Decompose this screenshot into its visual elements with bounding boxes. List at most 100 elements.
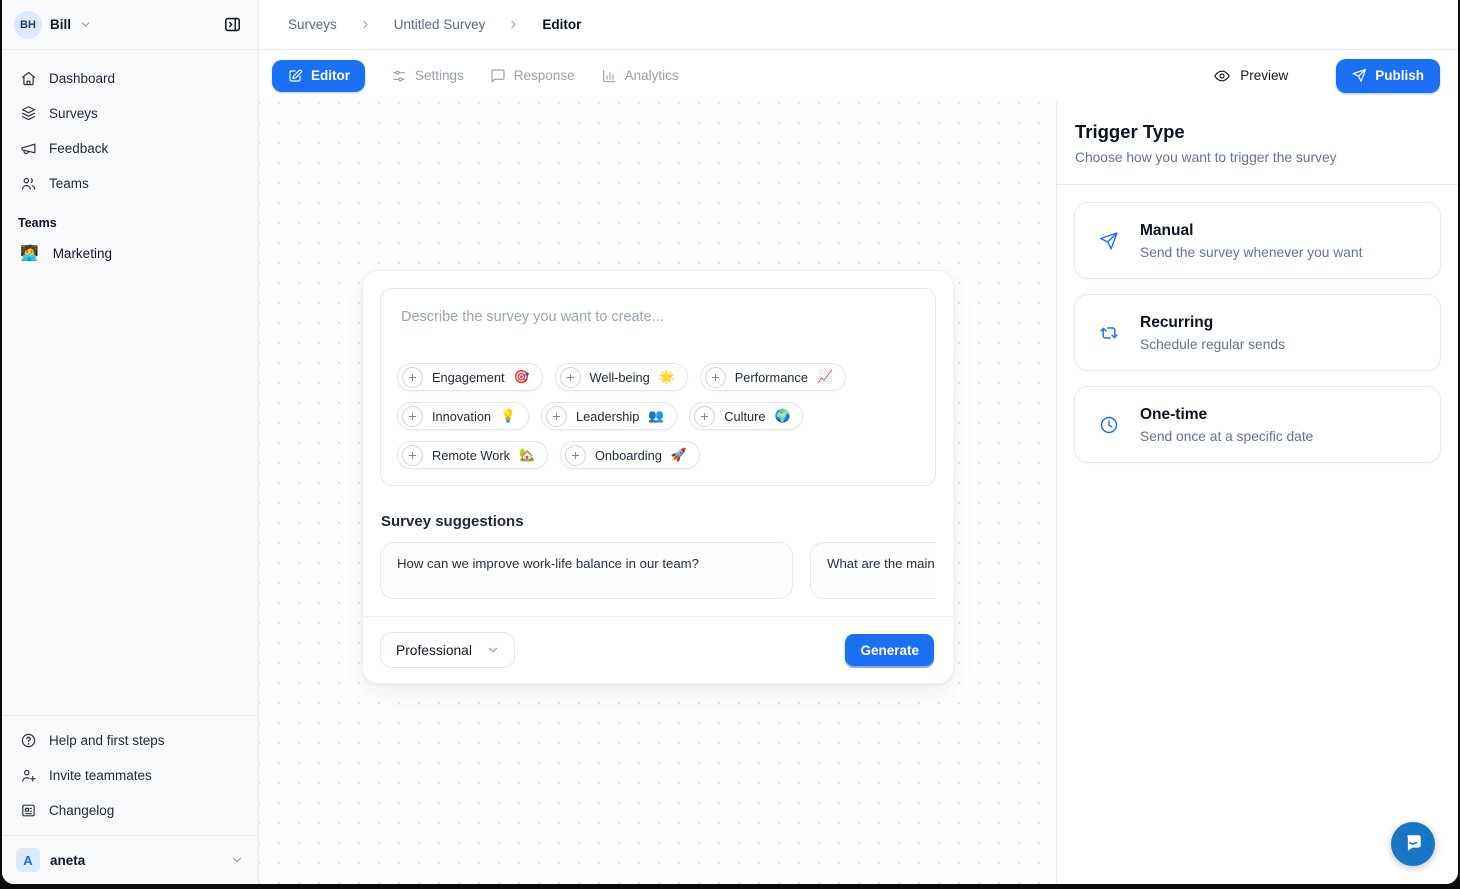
chip-label: Well-being <box>590 370 650 385</box>
generate-button[interactable]: Generate <box>845 634 934 666</box>
chip-emoji: 👥 <box>648 408 664 424</box>
chip-label: Culture <box>724 409 765 424</box>
tab-label: Settings <box>415 68 464 83</box>
workspace-name[interactable]: Bill <box>50 17 71 32</box>
chip-performance[interactable]: Performance 📈 <box>700 363 846 391</box>
send-icon <box>1352 68 1367 83</box>
message-square-icon <box>490 68 506 84</box>
suggestions-title: Survey suggestions <box>381 513 936 530</box>
sidebar-item-label: Surveys <box>49 106 98 121</box>
plus-icon <box>705 367 726 388</box>
sidebar-item-surveys[interactable]: Surveys <box>10 97 250 130</box>
tab-bar: Editor Settings Response Analytics Previ… <box>259 50 1458 101</box>
home-icon <box>20 70 37 87</box>
breadcrumb-untitled-survey[interactable]: Untitled Survey <box>394 17 486 32</box>
layers-icon <box>20 105 37 122</box>
plus-icon <box>546 406 567 427</box>
plus-icon <box>402 406 423 427</box>
chip-emoji: 🌍 <box>775 408 791 424</box>
team-emoji: 🧑‍💻 <box>20 244 39 262</box>
chip-remote-work[interactable]: Remote Work 🏡 <box>397 441 548 469</box>
trigger-option-recurring[interactable]: Recurring Schedule regular sends <box>1074 294 1441 371</box>
plus-icon <box>565 445 586 466</box>
user-name: aneta <box>50 853 85 868</box>
suggestions-row: How can we improve work-life balance in … <box>380 542 936 599</box>
sidebar-item-label: Feedback <box>49 141 108 156</box>
suggestion-card[interactable]: What are the main ob <box>810 542 936 599</box>
tone-select[interactable]: Professional <box>380 632 515 668</box>
eye-icon <box>1213 67 1231 85</box>
plus-icon <box>694 406 715 427</box>
chip-innovation[interactable]: Innovation 💡 <box>397 402 529 430</box>
chevron-down-icon <box>79 18 92 31</box>
clock-icon <box>1099 415 1119 435</box>
chevron-right-icon <box>507 18 520 31</box>
app-window: BH Bill Dashboard Surveys Feedback T <box>2 0 1458 884</box>
editor-canvas[interactable]: Engagement 🎯 Well-being 🌟 <box>259 101 1056 884</box>
publish-label: Publish <box>1375 68 1424 83</box>
sidebar-collapse-button[interactable] <box>218 11 246 39</box>
tab-response[interactable]: Response <box>490 68 575 84</box>
account-menu[interactable]: A aneta <box>2 835 258 884</box>
chip-well-being[interactable]: Well-being 🌟 <box>555 363 688 391</box>
trigger-option-one-time[interactable]: One-time Send once at a specific date <box>1074 386 1441 463</box>
sidebar-item-label: Changelog <box>49 803 114 818</box>
chip-label: Innovation <box>432 409 491 424</box>
repeat-icon <box>1099 323 1119 343</box>
panel-subtitle: Choose how you want to trigger the surve… <box>1075 150 1440 165</box>
survey-description-input[interactable] <box>397 303 919 363</box>
breadcrumb: Surveys Untitled Survey Editor <box>259 0 1458 50</box>
chip-label: Onboarding <box>595 448 662 463</box>
sidebar-item-label: Teams <box>49 176 89 191</box>
main-area: Surveys Untitled Survey Editor Editor Se… <box>259 0 1458 884</box>
tab-analytics[interactable]: Analytics <box>601 68 679 84</box>
tab-label: Response <box>514 68 575 83</box>
team-label: Marketing <box>53 246 112 261</box>
sidebar-item-help[interactable]: Help and first steps <box>10 724 250 757</box>
option-title: Recurring <box>1140 314 1285 332</box>
chip-culture[interactable]: Culture 🌍 <box>689 402 803 430</box>
chat-launcher-button[interactable] <box>1391 822 1435 866</box>
sidebar-nav: Dashboard Surveys Feedback Teams <box>2 50 258 200</box>
breadcrumb-editor: Editor <box>542 17 581 32</box>
tab-settings[interactable]: Settings <box>391 68 464 84</box>
chip-onboarding[interactable]: Onboarding 🚀 <box>560 441 700 469</box>
edit-pencil-icon <box>287 68 303 84</box>
send-icon <box>1099 231 1119 251</box>
option-description: Send once at a specific date <box>1140 429 1313 444</box>
user-plus-icon <box>20 767 37 784</box>
panel-collapse-icon <box>223 15 242 34</box>
breadcrumb-surveys[interactable]: Surveys <box>288 17 337 32</box>
chip-emoji: 🌟 <box>659 369 675 385</box>
trigger-options: Manual Send the survey whenever you want… <box>1057 185 1458 480</box>
workspace-avatar[interactable]: BH <box>14 11 42 39</box>
prompt-box: Engagement 🎯 Well-being 🌟 <box>380 288 936 486</box>
trigger-type-panel: Trigger Type Choose how you want to trig… <box>1056 101 1458 884</box>
plus-icon <box>560 367 581 388</box>
panel-title: Trigger Type <box>1075 121 1440 143</box>
chip-engagement[interactable]: Engagement 🎯 <box>397 363 543 391</box>
topic-chips: Engagement 🎯 Well-being 🌟 <box>397 363 919 471</box>
teams-section-header: Teams <box>2 200 258 236</box>
users-icon <box>20 175 37 192</box>
option-description: Schedule regular sends <box>1140 337 1285 352</box>
chevron-right-icon <box>359 18 372 31</box>
sidebar-item-teams[interactable]: Teams <box>10 167 250 200</box>
chip-leadership[interactable]: Leadership 👥 <box>541 402 677 430</box>
publish-button[interactable]: Publish <box>1336 59 1440 93</box>
sidebar-item-team-marketing[interactable]: 🧑‍💻 Marketing <box>2 236 258 270</box>
megaphone-icon <box>20 140 37 157</box>
sidebar-item-label: Dashboard <box>49 71 115 86</box>
sidebar-item-invite[interactable]: Invite teammates <box>10 759 250 792</box>
suggestion-card[interactable]: How can we improve work-life balance in … <box>380 542 793 599</box>
sidebar: BH Bill Dashboard Surveys Feedback T <box>2 0 259 884</box>
sidebar-item-changelog[interactable]: Changelog <box>10 794 250 827</box>
sidebar-item-feedback[interactable]: Feedback <box>10 132 250 165</box>
sidebar-item-dashboard[interactable]: Dashboard <box>10 62 250 95</box>
trigger-option-manual[interactable]: Manual Send the survey whenever you want <box>1074 202 1441 279</box>
sidebar-header: BH Bill <box>2 0 258 50</box>
sidebar-item-label: Help and first steps <box>49 733 165 748</box>
preview-button[interactable]: Preview <box>1213 67 1288 85</box>
chip-emoji: 🏡 <box>519 447 535 463</box>
tab-editor[interactable]: Editor <box>272 60 365 92</box>
